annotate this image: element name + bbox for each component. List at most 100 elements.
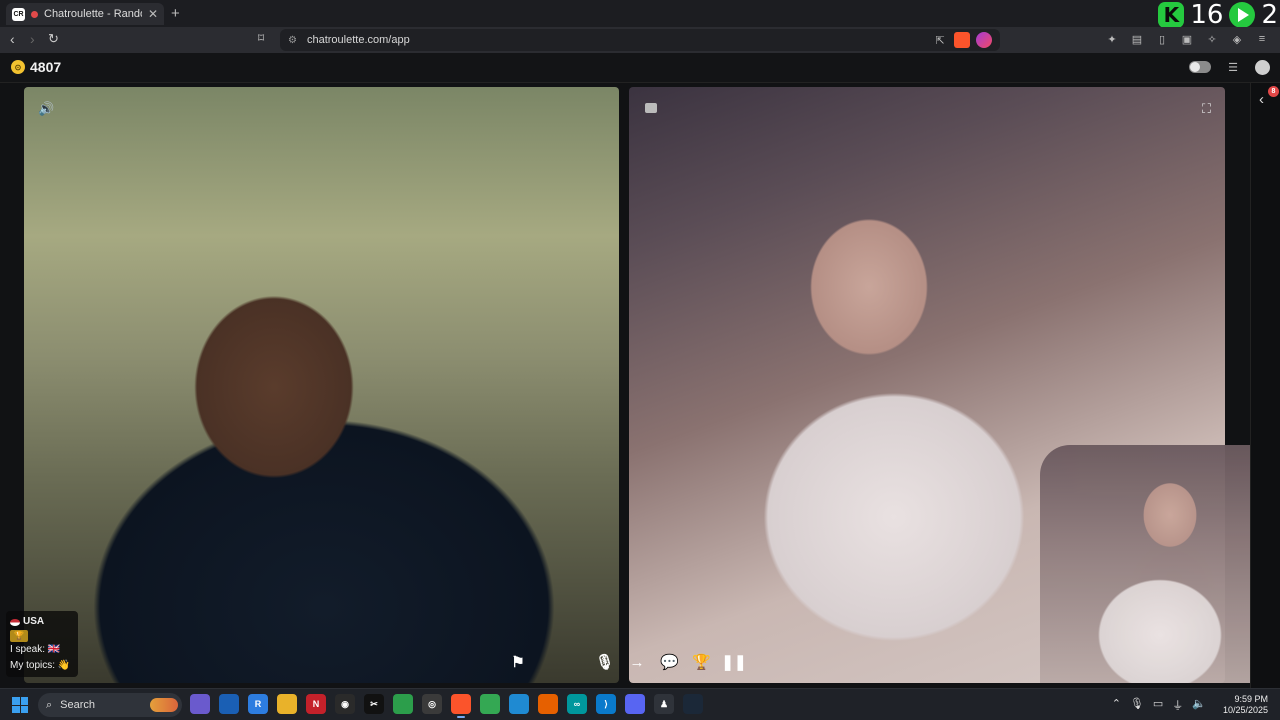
- camera-icon[interactable]: [645, 103, 657, 113]
- app-header: ⊙ 4807 ☰: [0, 53, 1280, 83]
- call-controls: ⚑ 🎙 → 💬 🏆 ❚❚: [497, 646, 755, 678]
- rumble-icon: [1229, 2, 1256, 28]
- partner-level: 🏆: [10, 630, 74, 642]
- app-firefox-icon[interactable]: [538, 694, 558, 714]
- tab-title: Chatroulette - Random video: [44, 8, 142, 20]
- chat-icon[interactable]: 💬: [658, 651, 680, 673]
- browser-toolbar: ‹ › ↻ ⌑ ⚙ chatroulette.com/app ⇱ ✦ ▤ ▯ ▣…: [0, 27, 1280, 53]
- address-bar[interactable]: ⚙ chatroulette.com/app ⇱: [280, 29, 1000, 51]
- app-accessibility-icon[interactable]: ♟: [654, 694, 674, 714]
- leo-ai-icon[interactable]: ✧: [1204, 31, 1220, 47]
- pause-icon[interactable]: ❚❚: [721, 651, 746, 673]
- app-obs-icon[interactable]: ◉: [335, 694, 355, 714]
- search-highlight-icon: [150, 698, 178, 712]
- notification-badge: 8: [1268, 86, 1279, 97]
- clock-date: 10/25/2025: [1222, 705, 1268, 715]
- partner-languages: I speak: 🇬🇧: [10, 642, 74, 658]
- next-arrow-icon[interactable]: →: [626, 651, 648, 673]
- rumble-viewer-count: 2: [1261, 0, 1278, 30]
- app-capcut-icon[interactable]: ✂: [364, 694, 384, 714]
- app-outlook-icon[interactable]: [219, 694, 239, 714]
- sidebar-icon[interactable]: ▯: [1154, 31, 1170, 47]
- clock[interactable]: 9:59 PM 10/25/2025: [1223, 694, 1268, 716]
- coin-icon: ⊙: [11, 60, 25, 74]
- kick-icon: K: [1158, 2, 1185, 28]
- app-discord-icon[interactable]: [625, 694, 645, 714]
- extensions-icon[interactable]: ✦: [1104, 31, 1120, 47]
- app-remote-icon[interactable]: R: [248, 694, 268, 714]
- new-tab-button[interactable]: +: [171, 5, 180, 22]
- flag-icon[interactable]: ⚑: [507, 651, 529, 673]
- network-icon[interactable]: ▭: [1153, 697, 1163, 713]
- recording-indicator-icon: [31, 10, 38, 18]
- microphone-icon[interactable]: 🎙: [594, 651, 616, 673]
- wallet-icon[interactable]: ▣: [1179, 31, 1195, 47]
- search-icon: ⌕: [46, 698, 53, 711]
- back-icon[interactable]: ‹: [10, 31, 15, 47]
- stream-counters: K 16 2: [1158, 0, 1278, 30]
- app-netflix-icon[interactable]: N: [306, 694, 326, 714]
- reader-icon[interactable]: ▤: [1129, 31, 1145, 47]
- coin-count: 4807: [30, 59, 62, 75]
- tab-close-icon[interactable]: ✕: [148, 7, 158, 21]
- microphone-tray-icon[interactable]: 🎙: [1130, 697, 1144, 713]
- filters-icon[interactable]: ☰: [1225, 59, 1241, 75]
- side-rail: ‹ 8: [1250, 83, 1280, 688]
- partner-video: 🔊: [24, 87, 619, 683]
- kick-viewer-count: 16: [1190, 0, 1224, 30]
- self-preview-pip: [1040, 445, 1250, 683]
- level-trophy-icon: 🏆: [10, 630, 28, 642]
- windows-start-icon[interactable]: [12, 697, 28, 713]
- app-obs2-icon[interactable]: ◎: [422, 694, 442, 714]
- uk-flag-icon: 🇬🇧: [47, 644, 61, 655]
- clock-time: 9:59 PM: [1234, 694, 1268, 704]
- gift-icon[interactable]: 🏆: [691, 651, 713, 673]
- speaker-icon[interactable]: 🔊: [38, 101, 54, 116]
- site-info-icon[interactable]: ⚙: [288, 35, 297, 46]
- browser-tab[interactable]: CR Chatroulette - Random video ✕: [6, 3, 164, 25]
- volume-icon[interactable]: 🔈: [1192, 697, 1206, 713]
- wave-icon: 👋: [57, 660, 71, 671]
- country-name: USA: [23, 616, 45, 627]
- windows-taskbar: ⌕ Search R N ◉ ✂ ◎ ∞ ⟩ ♟ ⌃ 🎙 ▭ ⏚ 🔈 9:59 PM 10/2…: [0, 688, 1280, 720]
- search-placeholder: Search: [60, 699, 96, 711]
- reload-icon[interactable]: ↻: [48, 31, 59, 47]
- app-copilot-icon[interactable]: [190, 694, 210, 714]
- system-tray: ⌃ 🎙 ▭ ⏚ 🔈: [1112, 697, 1206, 713]
- speaks-label: I speak:: [10, 644, 46, 655]
- bookmark-icon[interactable]: ⌑: [258, 31, 264, 45]
- chevron-left-icon[interactable]: ‹: [1259, 91, 1264, 108]
- brave-shields-icon[interactable]: [954, 32, 970, 48]
- fullscreen-icon[interactable]: ⛶: [1202, 101, 1211, 117]
- partner-topics: My topics: 👋: [10, 658, 74, 674]
- address-bar-actions: ⇱: [932, 32, 992, 48]
- brave-rewards-icon[interactable]: [976, 32, 992, 48]
- taskbar-search[interactable]: ⌕ Search: [38, 693, 182, 717]
- vpn-icon[interactable]: ◈: [1229, 31, 1245, 47]
- menu-icon[interactable]: ≡: [1254, 31, 1270, 47]
- header-actions: ☰: [1189, 59, 1270, 75]
- forward-icon[interactable]: ›: [30, 31, 35, 47]
- profile-icon[interactable]: [1255, 59, 1270, 75]
- app-chrome-icon[interactable]: [480, 694, 500, 714]
- partner-info: USA 🏆 I speak: 🇬🇧 My topics: 👋: [6, 611, 78, 677]
- app-edge-icon[interactable]: [509, 694, 529, 714]
- wifi-icon[interactable]: ⏚: [1172, 697, 1183, 713]
- app-explorer-icon[interactable]: [277, 694, 297, 714]
- coin-balance[interactable]: ⊙ 4807: [11, 59, 61, 75]
- url-text: chatroulette.com/app: [306, 34, 410, 46]
- browser-tab-strip: CR Chatroulette - Random video ✕ + K 16 …: [0, 0, 1280, 30]
- app-vscode-icon[interactable]: ⟩: [596, 694, 616, 714]
- theme-toggle[interactable]: [1189, 61, 1211, 73]
- app-brave-icon[interactable]: [451, 694, 471, 718]
- usa-flag-icon: [10, 618, 20, 626]
- chatroulette-favicon-icon: CR: [12, 7, 25, 21]
- app-arduino-icon[interactable]: ∞: [567, 694, 587, 714]
- app-steam-icon[interactable]: [683, 694, 703, 714]
- topics-label: My topics:: [10, 660, 56, 671]
- browser-extensions: ✦ ▤ ▯ ▣ ✧ ◈ ≡: [1104, 31, 1270, 47]
- share-icon[interactable]: ⇱: [932, 32, 948, 48]
- taskbar-apps: R N ◉ ✂ ◎ ∞ ⟩ ♟: [190, 694, 703, 718]
- app-maps-icon[interactable]: [393, 694, 413, 714]
- chevron-up-icon[interactable]: ⌃: [1112, 697, 1121, 713]
